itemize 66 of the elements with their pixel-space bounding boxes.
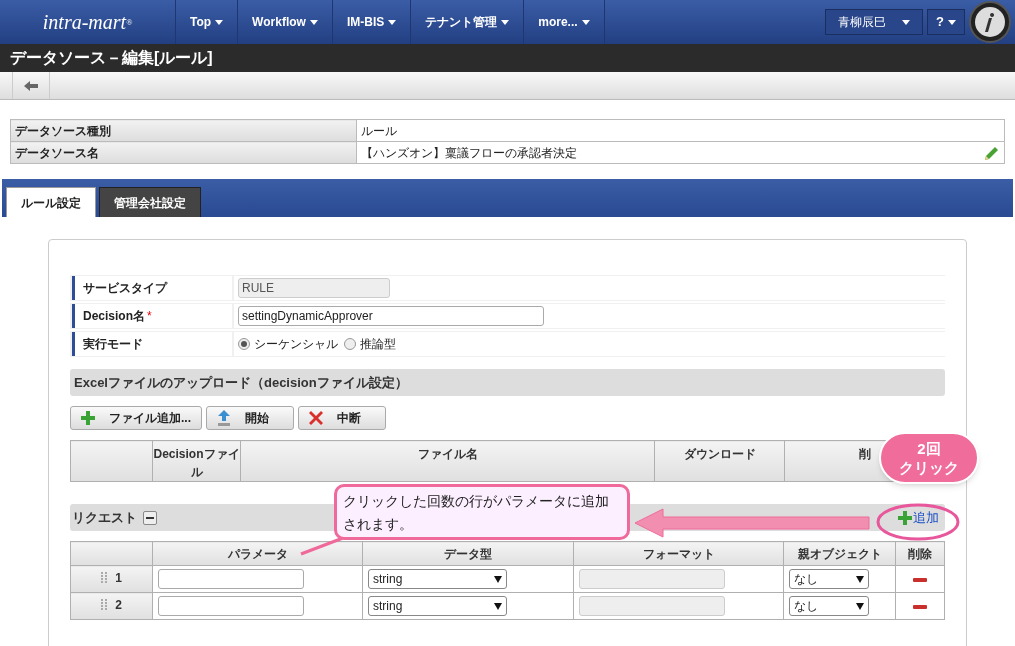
tab[interactable]: ルール設定 [6,187,96,217]
callout: クリックした回数の行がパラメータに追加されます。 [334,484,630,540]
drag-handle-icon[interactable] [101,599,108,611]
required-mark: * [147,308,152,325]
data-type-select[interactable]: string [368,569,507,589]
upload-button[interactable]: ファイル追加... [70,406,202,430]
radio-button[interactable] [344,338,356,350]
radio-option[interactable]: 推論型 [344,335,396,353]
parent-object-select[interactable]: なし [789,596,869,616]
caret-icon [309,19,318,25]
info-label: データソース名 [10,141,357,164]
back-arrow-icon [24,80,38,91]
delete-button[interactable] [913,604,927,609]
parent-object-select[interactable]: なし [789,569,869,589]
caret-icon [501,19,510,25]
upload-button[interactable]: 開始 [206,406,294,430]
back-button[interactable] [12,72,50,99]
pencil-icon[interactable] [984,144,1000,161]
caret-icon [948,19,956,25]
dropdown-arrow-icon [856,575,864,583]
decision-name-field[interactable]: settingDynamicApprover [238,306,544,326]
upload-icon [217,410,231,426]
data-type-select[interactable]: string [368,596,507,616]
page-title: データソース－編集[ルール] [10,48,213,68]
caret-icon [902,20,911,26]
info-label: データソース種別 [10,119,357,142]
dropdown-arrow-icon [856,602,864,610]
column-header: データ型 [362,541,574,566]
dropdown-arrow-icon [494,575,502,583]
avatar-icon[interactable] [969,1,1011,43]
column-header: パラメータ [152,541,363,566]
plus-icon [898,510,912,525]
plus-icon [81,411,95,425]
collapse-button[interactable] [143,510,157,525]
parameter-field[interactable] [158,596,304,616]
radio-option[interactable]: シーケンシャル [238,335,338,353]
drag-handle-icon[interactable] [101,572,108,584]
field-label: Decision名 [83,308,145,325]
section-title: Excelファイルのアップロード（decisionファイル設定） [74,373,408,392]
column-header: フォーマット [573,541,784,566]
row-number: 1 [115,570,122,587]
badge-text: 2回 [917,439,941,458]
column-header: 削除 [895,541,945,566]
radio-button[interactable] [238,338,250,350]
delete-button[interactable] [913,577,927,582]
tab[interactable]: 管理会社設定 [99,187,201,217]
field-label: サービスタイプ [83,280,167,297]
user-menu[interactable]: 青柳辰巳 [825,9,924,35]
logo[interactable]: intra-mart$^{®}$ [42,7,133,37]
info-value: 【ハンズオン】稟議フローの承認者決定 [361,144,577,162]
column-header: ダウンロード [654,440,785,482]
column-header: 親オブジェクト [783,541,896,566]
dropdown-arrow-icon [494,602,502,610]
parameter-field[interactable] [158,569,304,589]
column-header: ファイル名 [240,440,655,482]
column-header: Decisionファイル [152,440,241,482]
field-label: 実行モード [83,336,143,353]
cross-icon [309,411,323,425]
row-number: 2 [115,597,122,614]
upload-button[interactable]: 中断 [298,406,386,430]
caret-icon [388,19,397,25]
section-title: リクエスト [72,508,137,527]
caret-icon [581,19,590,25]
caret-icon [215,19,224,25]
info-value: ルール [361,122,397,140]
help-menu[interactable]: ? [927,9,965,35]
